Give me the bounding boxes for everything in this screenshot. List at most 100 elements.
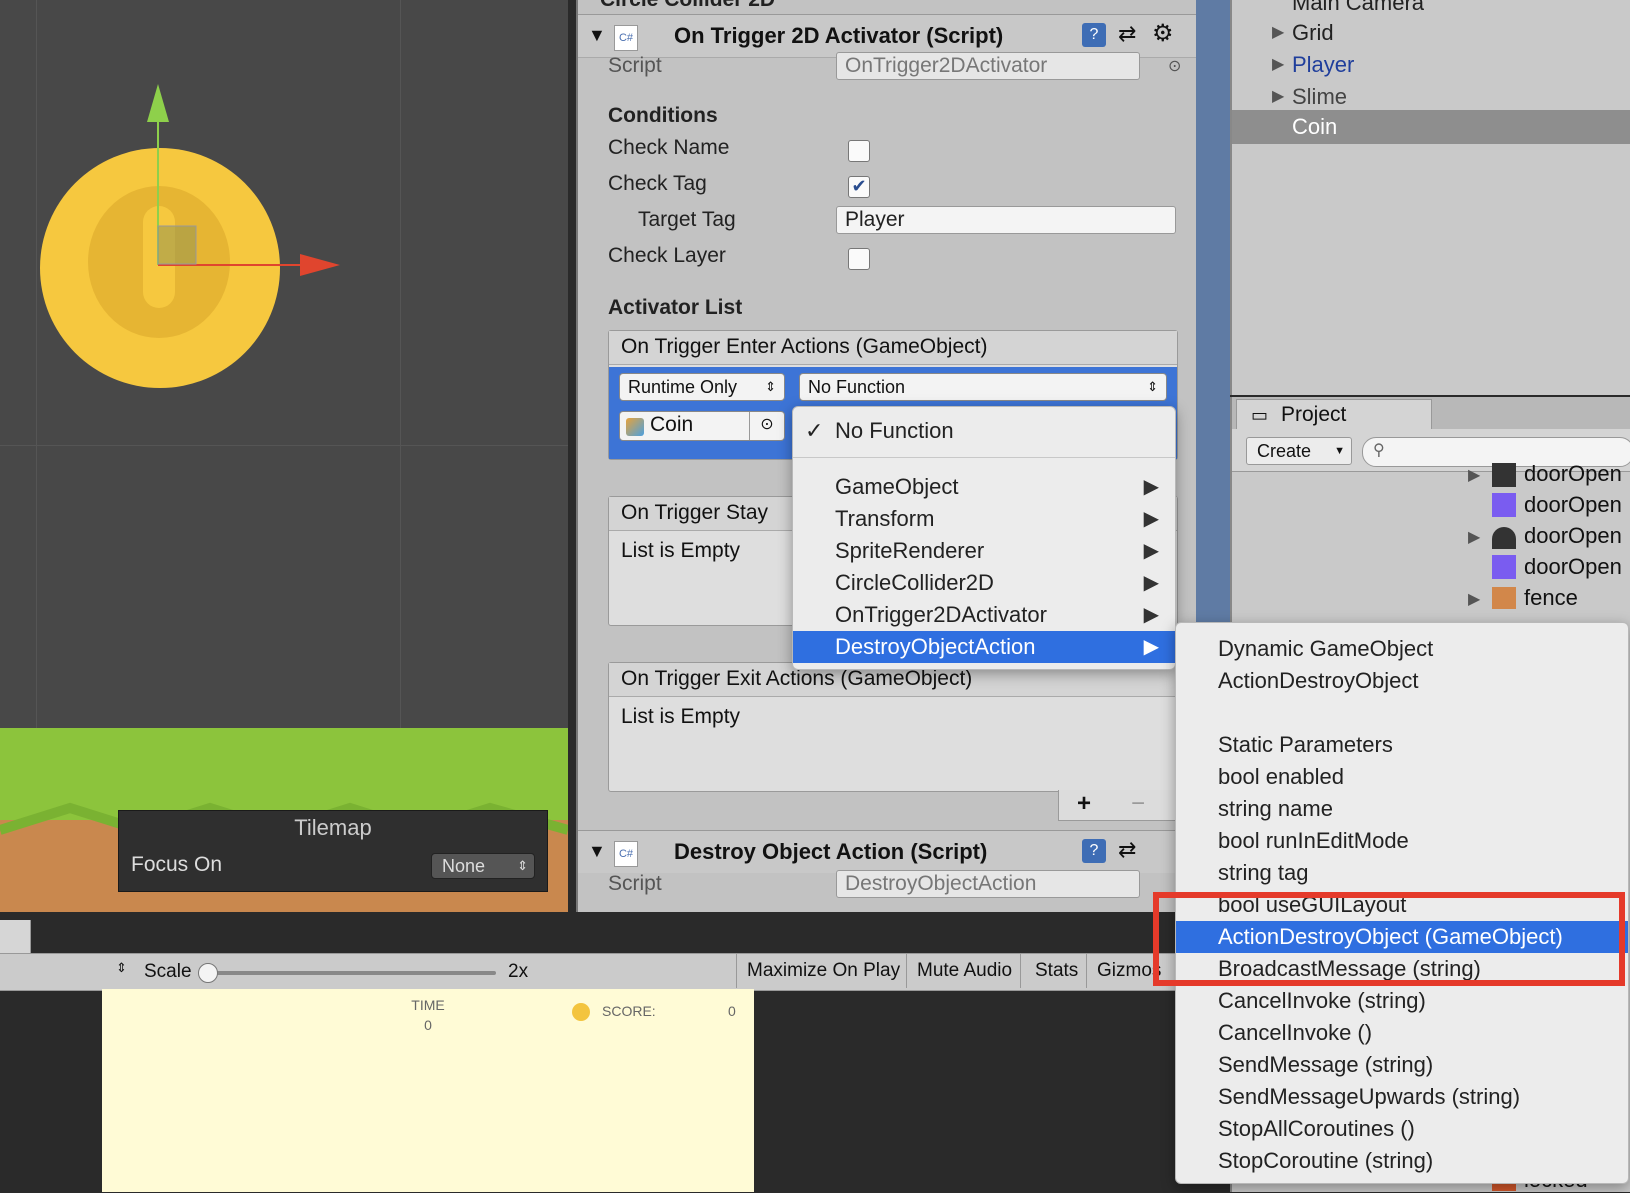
submenu-item[interactable]: string tag bbox=[1176, 857, 1628, 889]
submenu-item[interactable]: StopCoroutine (string) bbox=[1176, 1145, 1628, 1177]
submenu-item[interactable]: bool enabled bbox=[1176, 761, 1628, 793]
csharp-script-icon: C# bbox=[614, 841, 638, 867]
gear-icon[interactable]: ⚙ bbox=[1152, 19, 1174, 48]
csharp-script-icon: C# bbox=[614, 25, 638, 51]
updown-arrow-icon[interactable]: ⇕ bbox=[116, 960, 127, 976]
check-tag-checkbox[interactable]: ✔ bbox=[848, 176, 870, 198]
scene-view[interactable]: Tilemap Focus On None ⇕ bbox=[0, 0, 568, 912]
asset-item[interactable]: fence bbox=[1524, 585, 1578, 611]
submenu-item[interactable]: bool runInEditMode bbox=[1176, 825, 1628, 857]
hierarchy-item[interactable]: Player bbox=[1292, 52, 1354, 78]
foldout-triangle-icon[interactable]: ▼ bbox=[588, 841, 606, 862]
menu-item-no-function[interactable]: ✓ No Function bbox=[793, 415, 1175, 447]
expand-arrow-icon[interactable]: ▶ bbox=[1468, 465, 1480, 485]
submenu-item[interactable]: StopAllCoroutines () bbox=[1176, 1113, 1628, 1145]
menu-separator bbox=[793, 457, 1175, 458]
target-tag-value: Player bbox=[845, 208, 905, 231]
check-layer-checkbox[interactable] bbox=[848, 248, 870, 270]
asset-item[interactable]: doorOpen bbox=[1524, 461, 1622, 487]
move-gizmo-icon[interactable] bbox=[130, 80, 350, 280]
search-icon: ⚲ bbox=[1373, 442, 1385, 459]
submenu-header-static: Static Parameters bbox=[1218, 732, 1393, 757]
hierarchy-item[interactable]: Grid bbox=[1292, 20, 1334, 46]
asset-thumbnail-icon bbox=[1492, 463, 1516, 487]
script-field-value: OnTrigger2DActivator bbox=[845, 54, 1048, 77]
submenu-item[interactable]: CancelInvoke () bbox=[1176, 1017, 1628, 1049]
expand-arrow-icon[interactable]: ▶ bbox=[1272, 22, 1284, 42]
menu-item-destroyobjectaction[interactable]: DestroyObjectAction ▶ bbox=[793, 631, 1175, 663]
stats-button[interactable]: Stats bbox=[1020, 954, 1086, 988]
menu-item-ontrigger2dactivator[interactable]: OnTrigger2DActivator ▶ bbox=[793, 599, 1175, 631]
menu-item-spriterenderer[interactable]: SpriteRenderer ▶ bbox=[793, 535, 1175, 567]
script-field-2[interactable]: DestroyObjectAction bbox=[836, 870, 1140, 898]
check-name-checkbox[interactable] bbox=[848, 140, 870, 162]
game-tab[interactable] bbox=[0, 920, 31, 953]
submenu-item[interactable]: SendMessage (string) bbox=[1176, 1049, 1628, 1081]
submenu-item[interactable]: string name bbox=[1176, 793, 1628, 825]
project-tab[interactable]: ▭ Project bbox=[1236, 399, 1432, 429]
mute-audio-button[interactable]: Mute Audio bbox=[906, 954, 1020, 988]
score-label: SCORE: bbox=[602, 1003, 656, 1019]
menu-item-label: OnTrigger2DActivator bbox=[835, 602, 1047, 627]
mute-label: Mute Audio bbox=[917, 960, 1013, 981]
check-tag-label: Check Tag bbox=[608, 172, 707, 195]
submenu-arrow-icon: ▶ bbox=[1143, 636, 1159, 658]
script-label-2: Script bbox=[608, 872, 662, 895]
create-button[interactable]: Create ▼ bbox=[1246, 437, 1352, 465]
preset-icon[interactable]: ⇄ bbox=[1118, 21, 1136, 47]
component-header-2[interactable]: ▼ C# Destroy Object Action (Script) ? ⇄ bbox=[578, 830, 1198, 873]
foldout-triangle-icon[interactable]: ▼ bbox=[588, 25, 606, 46]
target-tag-label: Target Tag bbox=[638, 208, 736, 231]
help-icon[interactable]: ? bbox=[1082, 23, 1106, 47]
asset-item[interactable]: doorOpen bbox=[1524, 523, 1622, 549]
game-view[interactable]: TIME 0 SCORE: 0 bbox=[102, 989, 754, 1192]
expand-arrow-icon[interactable]: ▶ bbox=[1272, 86, 1284, 106]
folder-icon: ▭ bbox=[1251, 405, 1269, 425]
submenu-item[interactable]: SendMessageUpwards (string) bbox=[1176, 1081, 1628, 1113]
gameobject-icon bbox=[626, 418, 644, 436]
hierarchy-item[interactable]: Main Camera bbox=[1292, 0, 1424, 16]
target-tag-field[interactable]: Player bbox=[836, 206, 1176, 234]
check-layer-label: Check Layer bbox=[608, 244, 726, 267]
focus-on-label: Focus On bbox=[131, 853, 223, 876]
conditions-heading: Conditions bbox=[608, 104, 718, 127]
menu-item-gameobject[interactable]: GameObject ▶ bbox=[793, 471, 1175, 503]
runtime-select[interactable]: Runtime Only ⇕ bbox=[619, 373, 785, 401]
asset-item[interactable]: doorOpen bbox=[1524, 492, 1622, 518]
maximize-on-play-button[interactable]: Maximize On Play bbox=[736, 954, 906, 988]
focus-on-value: None bbox=[442, 856, 486, 876]
asset-item[interactable]: doorOpen bbox=[1524, 554, 1622, 580]
submenu-item[interactable]: CancelInvoke (string) bbox=[1176, 985, 1628, 1017]
object-picker-icon[interactable]: ⊙ bbox=[1168, 56, 1181, 76]
updown-arrow-icon: ⇕ bbox=[517, 858, 528, 873]
remove-button[interactable]: − bbox=[1131, 790, 1145, 818]
submenu-arrow-icon: ▶ bbox=[1143, 540, 1159, 562]
focus-on-select[interactable]: None ⇕ bbox=[431, 853, 535, 879]
menu-item-circlecollider2d[interactable]: CircleCollider2D ▶ bbox=[793, 567, 1175, 599]
add-button[interactable]: + bbox=[1077, 790, 1091, 818]
asset-thumbnail-icon bbox=[1492, 527, 1516, 549]
menu-item-transform[interactable]: Transform ▶ bbox=[793, 503, 1175, 535]
expand-arrow-icon[interactable]: ▶ bbox=[1468, 527, 1480, 547]
object-field[interactable]: Coin ⊙ bbox=[619, 411, 785, 441]
tilemap-title: Tilemap bbox=[294, 815, 372, 840]
function-select[interactable]: No Function ⇕ bbox=[799, 373, 1167, 401]
object-picker-icon[interactable]: ⊙ bbox=[749, 412, 784, 440]
component-circle-collider-title[interactable]: Circle Collider 2D bbox=[600, 0, 775, 12]
hierarchy-item-label: Coin bbox=[1292, 114, 1338, 139]
scale-slider-track[interactable] bbox=[206, 971, 496, 975]
scale-slider-handle[interactable] bbox=[198, 963, 218, 983]
menu-item-label: CircleCollider2D bbox=[835, 570, 994, 595]
submenu-item[interactable]: ActionDestroyObject bbox=[1176, 665, 1628, 697]
checkmark-icon: ✓ bbox=[805, 418, 824, 443]
preset-icon[interactable]: ⇄ bbox=[1118, 837, 1136, 863]
menu-item-label: DestroyObjectAction bbox=[835, 634, 1036, 659]
hierarchy-item[interactable]: Slime bbox=[1292, 84, 1347, 110]
stay-empty-text: List is Empty bbox=[621, 539, 741, 562]
script-field[interactable]: OnTrigger2DActivator bbox=[836, 52, 1140, 80]
check-name-label: Check Name bbox=[608, 136, 730, 159]
hierarchy-item-selected[interactable]: Coin bbox=[1232, 110, 1630, 144]
help-icon[interactable]: ? bbox=[1082, 839, 1106, 863]
expand-arrow-icon[interactable]: ▶ bbox=[1272, 54, 1284, 74]
expand-arrow-icon[interactable]: ▶ bbox=[1468, 589, 1480, 609]
